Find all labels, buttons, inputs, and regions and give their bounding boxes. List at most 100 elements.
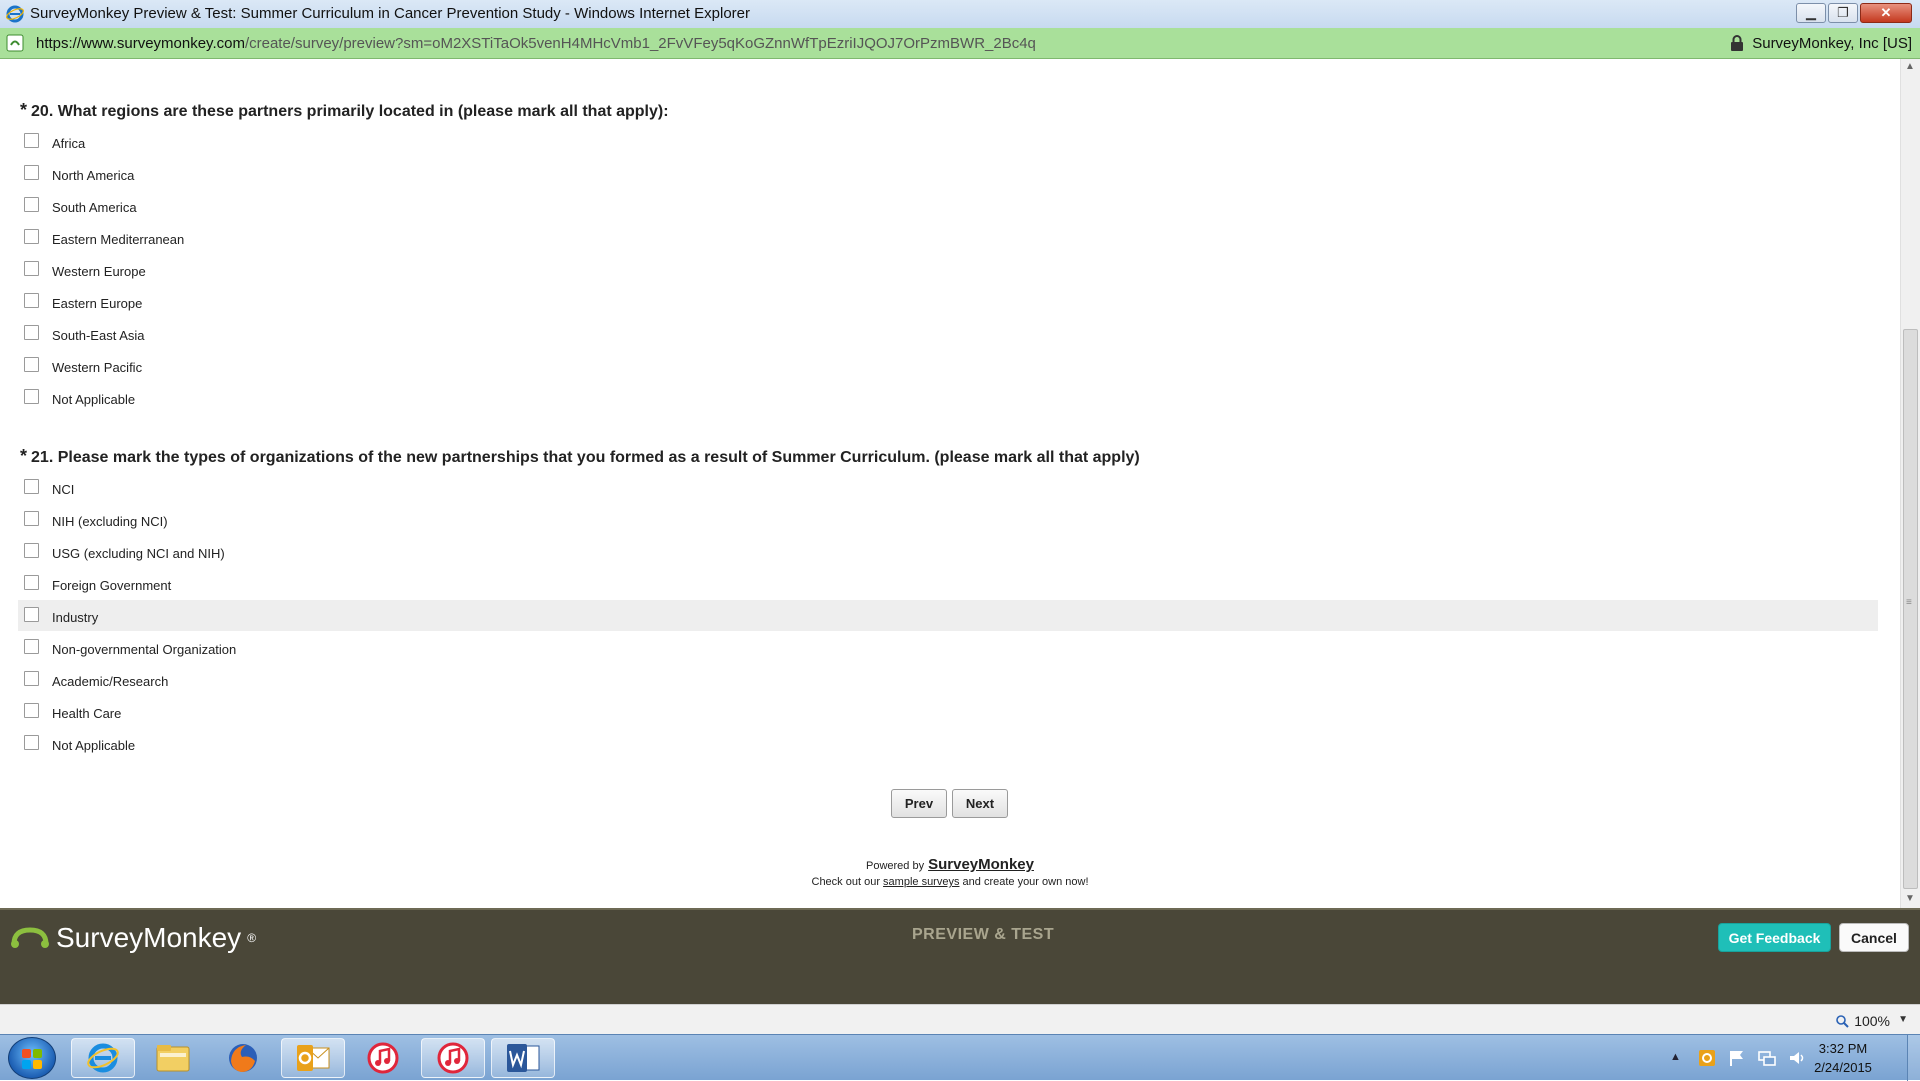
surveymonkey-logo[interactable]: SurveyMonkey ® bbox=[10, 922, 256, 954]
zoom-dropdown-icon[interactable]: ▼ bbox=[1898, 1014, 1908, 1025]
cancel-button[interactable]: Cancel bbox=[1839, 923, 1909, 952]
firefox-icon bbox=[229, 1044, 257, 1072]
preview-test-label: PREVIEW & TEST bbox=[912, 926, 1055, 943]
q21-option-row[interactable]: NCI bbox=[18, 476, 1878, 507]
surveymonkey-logo-icon bbox=[11, 927, 49, 948]
taskbar-firefox[interactable] bbox=[211, 1038, 275, 1078]
question-20-title: * 20. What regions are these partners pri… bbox=[20, 100, 669, 120]
option-label: NIH (excluding NCI) bbox=[52, 514, 168, 529]
q20-option-row[interactable]: North America bbox=[18, 162, 1878, 193]
q20-option-row[interactable]: Eastern Europe bbox=[18, 290, 1878, 321]
q20-option-row[interactable]: Not Applicable bbox=[18, 386, 1878, 417]
zoom-control[interactable]: 100% bbox=[1836, 1013, 1890, 1029]
q21-option-row[interactable]: Foreign Government bbox=[18, 572, 1878, 603]
question-21-title: * 21. Please mark the types of organizati… bbox=[20, 446, 1140, 466]
checkbox[interactable] bbox=[24, 229, 39, 244]
browser-status-bar: 100% ▼ bbox=[0, 1004, 1920, 1034]
window-title-bar: SurveyMonkey Preview & Test: Summer Curr… bbox=[0, 0, 1920, 29]
checkbox[interactable] bbox=[24, 133, 39, 148]
taskbar-internet-explorer[interactable] bbox=[71, 1038, 135, 1078]
checkbox[interactable] bbox=[24, 735, 39, 750]
taskbar-file-explorer[interactable] bbox=[141, 1038, 205, 1078]
option-label: Academic/Research bbox=[52, 674, 169, 689]
checkbox[interactable] bbox=[24, 389, 39, 404]
scroll-down-arrow-icon[interactable]: ▼ bbox=[1905, 893, 1915, 904]
next-button[interactable]: Next bbox=[952, 789, 1008, 818]
option-label: Health Care bbox=[52, 706, 122, 721]
clock-time: 3:32 PM bbox=[1818, 1041, 1868, 1056]
q21-option-row[interactable]: Non-governmental Organization bbox=[18, 636, 1878, 667]
checkbox[interactable] bbox=[24, 703, 39, 718]
q20-option-row[interactable]: Western Europe bbox=[18, 258, 1878, 289]
internet-explorer-icon bbox=[6, 5, 24, 23]
close-icon: ✕ bbox=[1880, 5, 1892, 20]
checkbox[interactable] bbox=[24, 325, 39, 340]
taskbar-word[interactable] bbox=[491, 1038, 555, 1078]
q20-option-row[interactable]: Eastern Mediterranean bbox=[18, 226, 1878, 257]
outlook-icon bbox=[297, 1045, 330, 1071]
checkbox[interactable] bbox=[24, 543, 39, 558]
url-field[interactable]: https://www.surveymonkey.com/create/surv… bbox=[36, 35, 1036, 52]
close-window-button[interactable]: ✕ bbox=[1860, 3, 1912, 23]
option-label: Not Applicable bbox=[52, 392, 136, 407]
minimize-icon: ▁ bbox=[1806, 5, 1816, 20]
q20-option-row[interactable]: South-East Asia bbox=[18, 322, 1878, 353]
q21-option-row[interactable]: USG (excluding NCI and NIH) bbox=[18, 540, 1878, 571]
taskbar-clock[interactable]: 3:32 PM 2/24/2015 bbox=[1788, 1039, 1898, 1077]
itunes-icon bbox=[367, 1042, 399, 1074]
q20-option-row[interactable]: Africa bbox=[18, 130, 1878, 161]
checkbox[interactable] bbox=[24, 575, 39, 590]
action-center-flag-icon[interactable] bbox=[1728, 1049, 1746, 1067]
q21-option-row-hovered[interactable]: Industry bbox=[18, 600, 1878, 631]
checkbox[interactable] bbox=[24, 639, 39, 654]
q21-option-row[interactable]: Not Applicable bbox=[18, 732, 1878, 763]
option-label: Non-governmental Organization bbox=[52, 642, 237, 657]
security-identity[interactable]: SurveyMonkey, Inc [US] bbox=[1730, 35, 1912, 52]
checkbox[interactable] bbox=[24, 479, 39, 494]
taskbar-itunes[interactable] bbox=[351, 1038, 415, 1078]
outlook-tray-icon[interactable] bbox=[1698, 1049, 1716, 1067]
checkbox[interactable] bbox=[24, 511, 39, 526]
restore-button[interactable]: ❐ bbox=[1828, 3, 1858, 23]
scrollbar-thumb[interactable] bbox=[1903, 329, 1918, 889]
get-feedback-button[interactable]: Get Feedback bbox=[1718, 923, 1831, 952]
show-desktop-button[interactable] bbox=[1907, 1035, 1920, 1081]
q21-option-row[interactable]: NIH (excluding NCI) bbox=[18, 508, 1878, 539]
file-explorer-icon bbox=[156, 1045, 190, 1072]
checkbox[interactable] bbox=[24, 671, 39, 686]
vertical-scrollbar[interactable]: ▲ ≡ ▼ bbox=[1900, 59, 1920, 908]
checkbox[interactable] bbox=[24, 197, 39, 212]
address-bar[interactable]: https://www.surveymonkey.com/create/surv… bbox=[0, 28, 1920, 59]
q21-option-row[interactable]: Health Care bbox=[18, 700, 1878, 731]
internet-explorer-icon bbox=[87, 1043, 119, 1073]
q21-option-row[interactable]: Academic/Research bbox=[18, 668, 1878, 699]
url-host: https://www.surveymonkey.com bbox=[36, 35, 245, 52]
prev-button[interactable]: Prev bbox=[891, 789, 947, 818]
option-label: South America bbox=[52, 200, 137, 215]
option-label: North America bbox=[52, 168, 135, 183]
powered-by: Powered by SurveyMonkey bbox=[866, 856, 1034, 873]
scroll-up-arrow-icon[interactable]: ▲ bbox=[1905, 61, 1915, 72]
windows-taskbar: ▲ 3:32 PM 2/24/2015 bbox=[0, 1034, 1920, 1081]
option-label: Not Applicable bbox=[52, 738, 136, 753]
start-button[interactable] bbox=[8, 1037, 56, 1079]
taskbar-outlook[interactable] bbox=[281, 1038, 345, 1078]
option-label: Western Europe bbox=[52, 264, 146, 279]
checkbox[interactable] bbox=[24, 357, 39, 372]
checkbox[interactable] bbox=[24, 293, 39, 308]
show-hidden-icons-chevron-icon[interactable]: ▲ bbox=[1670, 1051, 1688, 1069]
checkbox[interactable] bbox=[24, 165, 39, 180]
checkbox[interactable] bbox=[24, 607, 39, 622]
surveymonkey-link[interactable]: SurveyMonkey bbox=[928, 856, 1034, 873]
minimize-button[interactable]: ▁ bbox=[1796, 3, 1826, 23]
q20-option-row[interactable]: Western Pacific bbox=[18, 354, 1878, 385]
page-icon bbox=[6, 34, 24, 52]
q20-option-row[interactable]: South America bbox=[18, 194, 1878, 225]
taskbar-itunes-2[interactable] bbox=[421, 1038, 485, 1078]
checkbox[interactable] bbox=[24, 261, 39, 276]
option-label: South-East Asia bbox=[52, 328, 145, 343]
option-label: Western Pacific bbox=[52, 360, 143, 375]
sample-surveys-link[interactable]: sample surveys bbox=[883, 876, 959, 888]
network-icon[interactable] bbox=[1758, 1049, 1776, 1067]
zoom-level: 100% bbox=[1854, 1013, 1890, 1029]
